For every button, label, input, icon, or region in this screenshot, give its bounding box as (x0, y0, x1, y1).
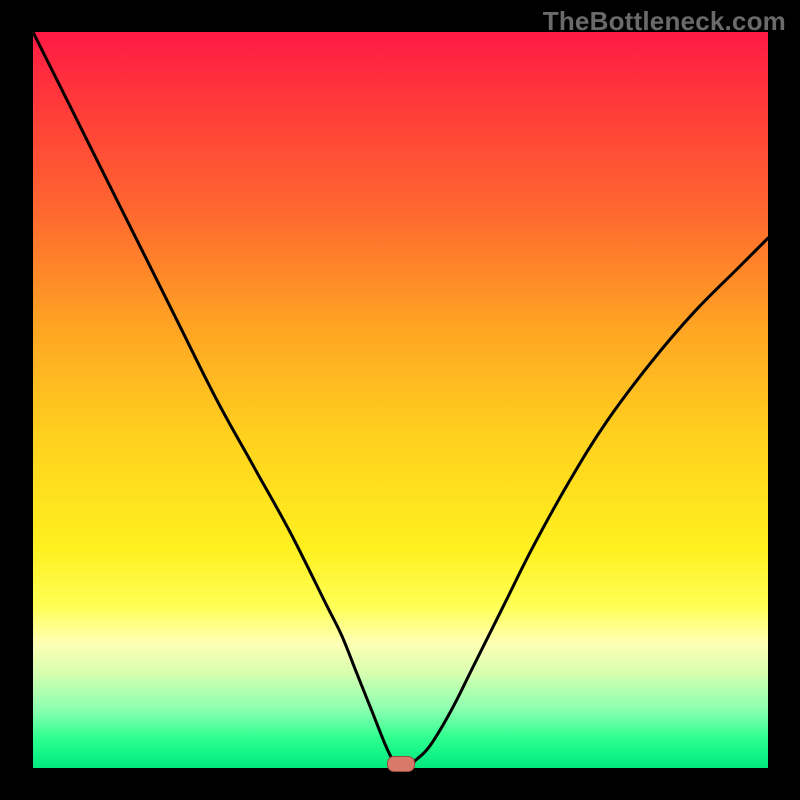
watermark-text: TheBottleneck.com (543, 6, 786, 37)
plot-area (33, 32, 768, 768)
chart-frame: TheBottleneck.com (0, 0, 800, 800)
optimal-marker (387, 756, 415, 772)
bottleneck-curve (33, 32, 768, 768)
